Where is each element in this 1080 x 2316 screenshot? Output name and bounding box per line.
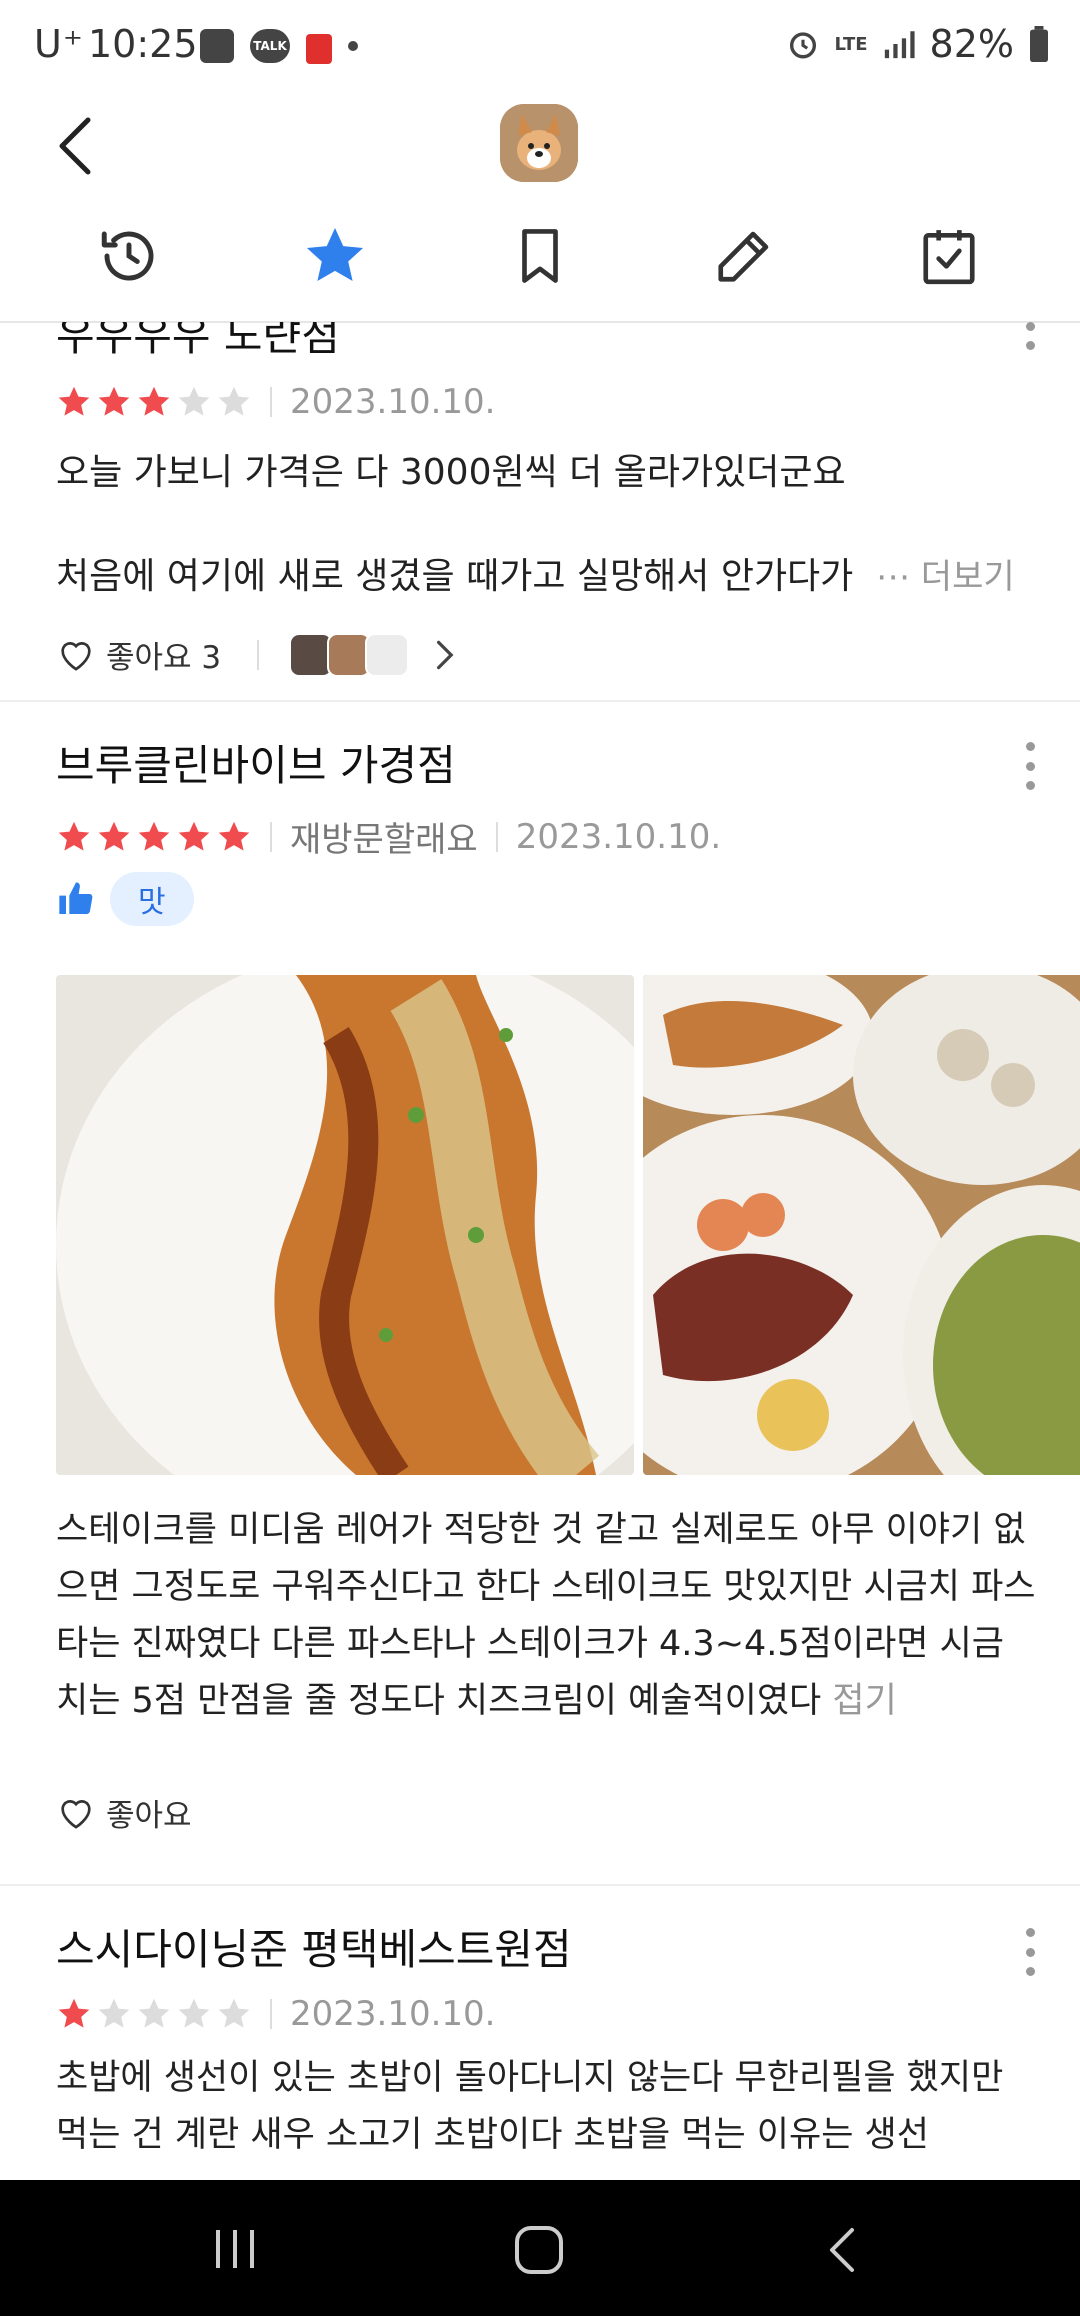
star-icon [58, 386, 90, 416]
alarm-icon [790, 32, 817, 59]
star-icon [178, 821, 210, 851]
lock-notification-icon [306, 34, 332, 64]
back-nav-button[interactable] [822, 2224, 862, 2276]
talk-notification-icon: TALK [250, 29, 290, 63]
review-text-line1: 오늘 가보니 가격은 다 3000원씩 더 올라가있더군요 [56, 452, 846, 493]
home-button[interactable] [513, 2224, 565, 2276]
chevron-right-icon[interactable] [431, 637, 457, 673]
review-date: 2023.10.10. [290, 1994, 496, 2034]
tab-write[interactable] [704, 216, 784, 296]
review-meta: 2023.10.10. [56, 382, 495, 422]
more-options-button[interactable] [1022, 742, 1038, 790]
more-options-button[interactable] [1022, 1928, 1038, 1976]
more-notifications-icon [348, 41, 358, 51]
keyword-tag[interactable]: 맛 [110, 872, 194, 926]
tab-favorites[interactable] [295, 216, 375, 296]
review-meta: 2023.10.10. [56, 1994, 495, 2034]
restaurant-name[interactable]: 스시다이닝준 평택베스트원점 [56, 1916, 572, 1977]
battery-icon [1030, 26, 1048, 62]
back-button[interactable] [48, 106, 108, 186]
collapse-link[interactable]: 접기 [832, 1681, 896, 1721]
profile-avatar[interactable] [500, 104, 578, 182]
pencil-icon [718, 231, 769, 282]
carrier-label: U⁺ [34, 22, 84, 66]
battery-percent: 82% [929, 22, 1014, 66]
star-icon [138, 821, 170, 851]
review-text: 스테이크를 미디움 레어가 적당한 것 같고 실제로도 아무 이야기 없으면 그… [56, 1502, 1036, 1730]
notification-icons: TALK [200, 28, 358, 64]
dog-avatar-icon [500, 104, 578, 182]
restaurant-name[interactable]: 우우우우 도랸점 [56, 322, 340, 363]
review-card: 브루클린바이브 가경점 재방문할래요 2023.10.10. 맛 스테이크를 미… [0, 702, 1080, 1834]
star-icon [138, 1998, 170, 2028]
star-icon [58, 821, 90, 851]
star-icon [178, 386, 210, 416]
status-bar: U⁺ 10:25 TALK LTE 82% [0, 0, 1080, 96]
review-date: 2023.10.10. [290, 382, 496, 422]
calendar-check-icon [923, 230, 975, 285]
review-card: 스시다이닝준 평택베스트원점 2023.10.10. 초밥에 생선이 있는 초밥… [0, 1886, 1080, 2180]
bookmark-icon [522, 229, 558, 283]
star-icon [138, 386, 170, 416]
liker-avatars[interactable] [289, 632, 410, 677]
recent-apps-button[interactable] [210, 2226, 260, 2272]
star-rating [56, 1996, 252, 2032]
star-rating [56, 384, 252, 420]
like-count[interactable]: 좋아요 3 [106, 632, 221, 677]
star-icon [218, 1998, 250, 2028]
system-navigation-bar [0, 2180, 1080, 2316]
keyword-row: 맛 [56, 872, 194, 926]
review-text-line2: 처음에 여기에 새로 생겼을 때가고 실망해서 안가다가 [56, 556, 854, 597]
review-text: 초밥에 생선이 있는 초밥이 돌아다니지 않는다 무한리필을 했지만 먹는 건 … [56, 2058, 1015, 2155]
star-icon [98, 821, 130, 851]
tab-bar [0, 216, 1080, 316]
steak-photo-image [643, 975, 1080, 1475]
star-icon [306, 227, 364, 282]
review-photo[interactable] [643, 975, 1080, 1475]
star-icon [98, 386, 130, 416]
star-icon [178, 1998, 210, 2028]
signal-icon [884, 31, 915, 59]
like-row: 좋아요 [56, 1790, 192, 1835]
star-icon [98, 1998, 130, 2028]
review-meta: 재방문할래요 2023.10.10. [56, 812, 721, 861]
revisit-label: 재방문할래요 [290, 820, 478, 860]
review-list[interactable]: 우우우우 도랸점 2023.10.10. 오늘 가보니 가격은 다 3000원씩… [0, 322, 1080, 2180]
tab-saved[interactable] [500, 216, 580, 296]
star-rating [56, 819, 252, 855]
system-icons: LTE 82% [786, 22, 1050, 66]
tab-history[interactable] [89, 216, 169, 296]
restaurant-name[interactable]: 브루클린바이브 가경점 [56, 732, 456, 793]
back-arrow-icon [59, 117, 91, 175]
liker-avatar [365, 632, 410, 677]
star-icon [218, 386, 250, 416]
gallery-notification-icon [200, 29, 234, 63]
thumbs-up-icon [59, 882, 93, 915]
app-header [0, 96, 1080, 323]
pasta-photo-image [56, 975, 634, 1475]
history-icon [101, 231, 154, 281]
tab-visited[interactable] [909, 216, 989, 296]
network-label: LTE [834, 33, 868, 55]
review-photo[interactable] [56, 975, 634, 1475]
review-date: 2023.10.10. [515, 816, 722, 857]
like-row: 좋아요 3 [56, 632, 457, 677]
read-more-link[interactable]: ⋯ 더보기 [876, 548, 1015, 606]
heart-icon[interactable] [56, 1793, 96, 1833]
star-icon [58, 1998, 90, 2028]
clock: 10:25 [88, 22, 198, 66]
like-label[interactable]: 좋아요 [106, 1790, 192, 1835]
star-icon [218, 821, 250, 851]
heart-icon[interactable] [56, 635, 96, 675]
more-options-button[interactable] [1022, 322, 1038, 350]
